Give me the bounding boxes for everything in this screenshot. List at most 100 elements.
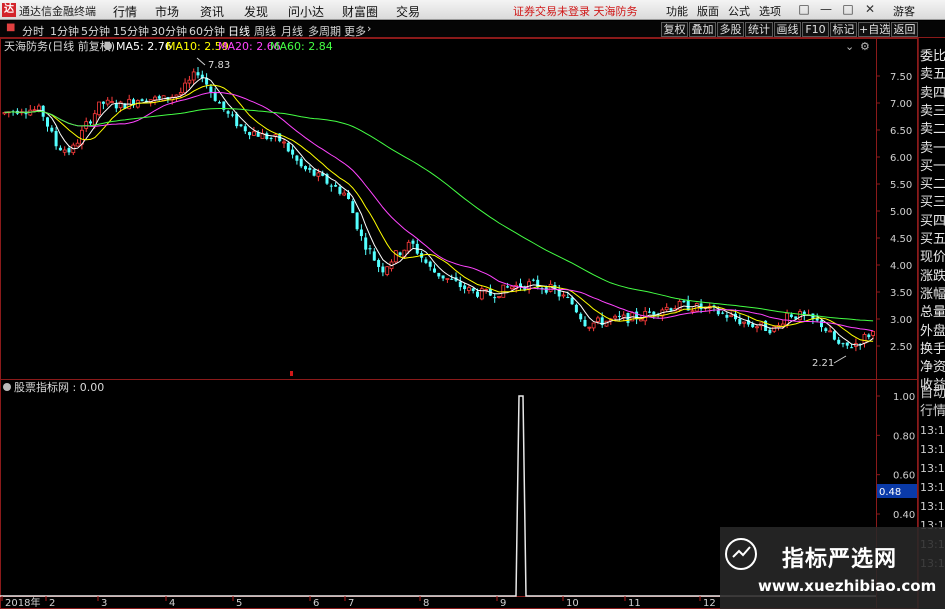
candle-up bbox=[497, 296, 501, 298]
mark-button[interactable]: 标记 bbox=[830, 22, 857, 37]
candle-down bbox=[230, 114, 234, 116]
overlay-button[interactable]: 叠加 bbox=[689, 22, 716, 37]
candle-down bbox=[291, 149, 295, 155]
indicator-current-value: 0.48 bbox=[879, 487, 901, 498]
candle-down bbox=[579, 313, 583, 320]
menu-discover[interactable]: 发现 bbox=[244, 3, 268, 20]
maximize-icon[interactable]: □ bbox=[840, 2, 856, 16]
time-tick-label: 3 bbox=[101, 598, 107, 609]
period-15min[interactable]: 15分钟 bbox=[113, 23, 149, 39]
app-logo-icon: 达 bbox=[2, 3, 16, 17]
menu-functions[interactable]: 功能 bbox=[666, 3, 688, 19]
ma5-line bbox=[4, 77, 874, 346]
menu-ask[interactable]: 问小达 bbox=[288, 3, 324, 20]
menu-wealth[interactable]: 财富圈 bbox=[342, 3, 378, 20]
period-1min[interactable]: 1分钟 bbox=[50, 23, 79, 39]
candle-down bbox=[239, 124, 243, 127]
trade-time: 13:11 bbox=[920, 462, 945, 475]
candle-down bbox=[441, 275, 445, 279]
period-weekly[interactable]: 周线 bbox=[254, 23, 276, 39]
candle-up bbox=[191, 71, 196, 81]
candle-up bbox=[828, 330, 832, 333]
period-daily[interactable]: 日线 bbox=[228, 23, 250, 39]
candle-down bbox=[850, 347, 854, 349]
trade-time: 13:13 bbox=[920, 500, 945, 513]
menu-options[interactable]: 选项 bbox=[759, 3, 781, 19]
ma20-line bbox=[4, 91, 874, 332]
back-button[interactable]: 返回 bbox=[891, 22, 918, 37]
f10-button[interactable]: F10 bbox=[802, 22, 829, 37]
candle-down bbox=[721, 312, 725, 314]
chart-settings-icon[interactable]: ⚙ bbox=[860, 40, 870, 53]
candle-down bbox=[218, 102, 221, 104]
watermark-title: 指标严选网 bbox=[782, 547, 898, 572]
period-60min[interactable]: 60分钟 bbox=[189, 23, 225, 39]
candle-down bbox=[458, 281, 462, 288]
multi-stock-button[interactable]: 多股 bbox=[717, 22, 744, 37]
close-icon[interactable]: ✕ bbox=[862, 2, 878, 16]
candle-up bbox=[153, 96, 157, 101]
candle-up bbox=[32, 109, 37, 112]
stats-button[interactable]: 统计 bbox=[745, 22, 773, 37]
candle-down bbox=[832, 331, 836, 340]
indicator-tick-label: 0.60 bbox=[893, 471, 915, 482]
menu-trade[interactable]: 交易 bbox=[396, 3, 420, 20]
restore-icon[interactable]: □ bbox=[796, 2, 812, 16]
side-panel-item: 涨幅 bbox=[920, 286, 945, 302]
price-tick-label: 5.50 bbox=[890, 180, 912, 191]
minimize-icon[interactable]: — bbox=[818, 2, 834, 16]
period-intraday[interactable]: 分时 bbox=[22, 23, 44, 39]
candle-down bbox=[381, 266, 385, 273]
chart-frame bbox=[0, 38, 918, 609]
period-multi[interactable]: 多周期 bbox=[308, 23, 341, 39]
candle-down bbox=[24, 113, 28, 115]
ma60-line bbox=[4, 108, 874, 322]
candle-down bbox=[768, 329, 772, 334]
login-notice[interactable]: 证券交易未登录 天海防务 bbox=[513, 3, 638, 19]
menu-market-quotes[interactable]: 行情 bbox=[113, 3, 137, 20]
menu-formula[interactable]: 公式 bbox=[728, 3, 750, 19]
chevron-right-icon[interactable]: › bbox=[367, 22, 371, 35]
period-5min[interactable]: 5分钟 bbox=[81, 23, 110, 39]
candle-down bbox=[652, 311, 656, 315]
candle-down bbox=[544, 287, 548, 293]
candle-up bbox=[664, 306, 669, 311]
side-panel-item: 买四 bbox=[920, 213, 945, 229]
menu-layout[interactable]: 版面 bbox=[697, 3, 719, 19]
candle-down bbox=[54, 131, 58, 147]
kline-chart[interactable]: 天海防务(日线 前复权) MA5: 2.76 MA10: 2.59 MA20: … bbox=[0, 38, 918, 609]
side-panel-tab[interactable]: 行情 bbox=[920, 403, 945, 421]
menu-bar: 达 通达信金融终端 行情 市场 资讯 发现 问小达 财富圈 交易 证券交易未登录… bbox=[0, 0, 945, 20]
period-monthly[interactable]: 月线 bbox=[281, 23, 303, 39]
candle-down bbox=[398, 252, 402, 256]
indicator-gear-icon[interactable] bbox=[3, 383, 11, 391]
menu-market[interactable]: 市场 bbox=[155, 3, 179, 20]
menu-news[interactable]: 资讯 bbox=[200, 3, 224, 20]
side-panel-item: 买二 bbox=[920, 177, 945, 193]
price-tick-label: 6.50 bbox=[890, 126, 912, 137]
period-30min[interactable]: 30分钟 bbox=[151, 23, 187, 39]
candle-down bbox=[89, 121, 92, 124]
side-panel-item: 买三 bbox=[920, 195, 945, 211]
indicator-tick-label: 0.80 bbox=[893, 431, 915, 442]
expand-icon[interactable]: ⌄ bbox=[845, 40, 854, 53]
candle-up bbox=[62, 149, 67, 153]
candle-down bbox=[248, 131, 252, 136]
settings-gear-icon[interactable] bbox=[104, 42, 112, 50]
ma5-label: MA5: 2.76 bbox=[116, 40, 172, 53]
indicator-label: 股票指标网 : 0.00 bbox=[14, 380, 104, 394]
period-more[interactable]: 更多 bbox=[344, 23, 366, 39]
candle-down bbox=[269, 137, 273, 139]
candle-up bbox=[385, 266, 390, 275]
add-watchlist-button[interactable]: +自选 bbox=[858, 22, 890, 37]
user-label[interactable]: 游客 bbox=[893, 3, 915, 19]
draw-line-button[interactable]: 画线 bbox=[774, 22, 801, 37]
candle-down bbox=[566, 296, 570, 298]
side-panel-item: 换手 bbox=[920, 341, 945, 357]
candle-up bbox=[798, 311, 802, 321]
candle-down bbox=[476, 291, 479, 297]
adjust-button[interactable]: 复权 bbox=[661, 22, 688, 37]
candle-up bbox=[342, 192, 347, 196]
side-panel-tab[interactable]: 自动 bbox=[920, 385, 945, 403]
collapse-icon[interactable]: ■ bbox=[6, 22, 15, 33]
